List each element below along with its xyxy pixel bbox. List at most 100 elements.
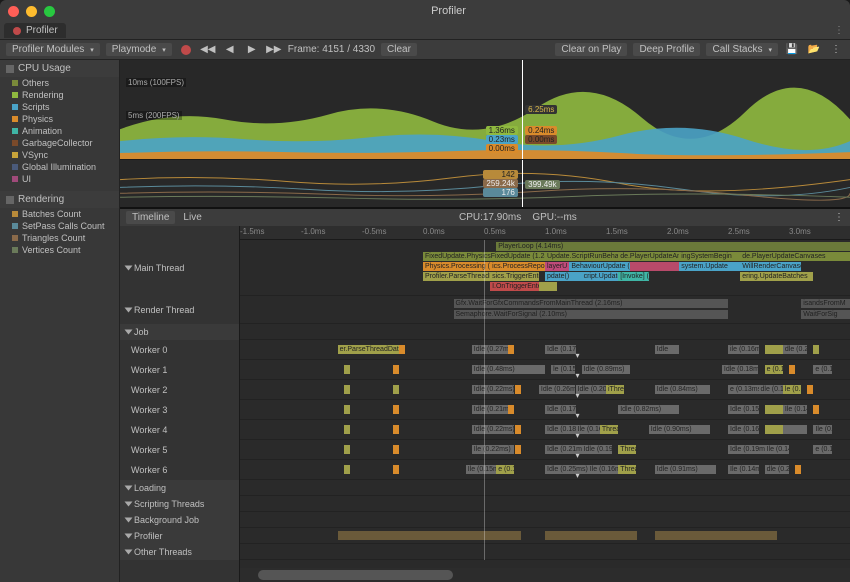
timeline-track[interactable]: er.ParseThreadData (0.38Idle (0.27ms)Idl… [240,340,850,360]
profiler-sample-bar[interactable]: ering.UpdateBatches [740,272,813,281]
close-window-button[interactable] [8,6,19,17]
timeline-view[interactable]: Main Thread Render Thread Job Worker 0 W… [120,226,850,582]
zoom-window-button[interactable] [44,6,55,17]
thread-label[interactable]: Worker 4 [120,420,239,440]
profiler-sample-bar[interactable]: pdate() [545,272,582,281]
timeline-track[interactable]: Ile (0.22ms)Idle (0.21ms)Idle (0.19ms)Th… [240,440,850,460]
profiler-sample-bar[interactable]: Idle (0.84ms) [655,385,710,394]
tab-options-icon[interactable]: ⋮ [834,25,844,36]
frame-cursor[interactable] [522,60,523,159]
profiler-sample-bar[interactable] [807,385,813,394]
timeline-track[interactable] [240,480,850,496]
timeline-track[interactable]: Idle (0.22ms) Idle (0.26ms)Idle (0.20msiT… [240,380,850,400]
profiler-sample-bar[interactable] [393,385,399,394]
profiler-sample-bar[interactable] [765,345,783,354]
profiler-sample-bar[interactable]: ingSystemBegin [679,252,740,261]
profiler-sample-bar[interactable]: Update.ScriptRunBehaviourUpdate (0.62ms) [545,252,618,261]
collapse-caret-icon[interactable]: ▾ [576,431,580,440]
deep-profile-toggle[interactable]: Deep Profile [633,43,700,56]
collapse-caret-icon[interactable]: ▾ [576,411,580,420]
profiler-sample-bar[interactable] [515,445,521,454]
profiler-sample-bar[interactable] [539,282,557,291]
legend-item[interactable]: Batches Count [0,208,119,220]
profiler-sample-bar[interactable]: Idle (0.21ms) [472,405,509,414]
profiler-sample-bar[interactable]: Profiler.ParseThreadData (0.59ms) [423,272,490,281]
load-icon[interactable]: 📂 [806,42,822,58]
profiler-sample-bar[interactable]: ile (0.16ms [728,345,759,354]
profiler-sample-bar[interactable] [393,425,399,434]
frame-cursor[interactable] [484,240,485,560]
profiler-sample-bar[interactable] [765,425,783,434]
timeline-track[interactable]: Idle (0.22ms)Idle (0.18msIle (0.16msThre… [240,420,850,440]
profiler-sample-bar[interactable]: e (0.15m [496,465,514,474]
clear-on-play-toggle[interactable]: Clear on Play [555,43,627,56]
profiler-sample-bar[interactable] [344,445,350,454]
profiler-sample-bar[interactable]: layerU [545,262,569,271]
profiler-sample-bar[interactable]: Ile (0.22ms) [472,445,515,454]
profiler-sample-bar[interactable]: Ile (0.16ms [588,465,619,474]
profiler-sample-bar[interactable]: Idle (0.20ms [576,385,607,394]
profiler-sample-bar[interactable]: Idle (0.26ms) [539,385,576,394]
profiler-sample-bar[interactable]: ics.ProcessReports (0.49 [490,262,545,271]
profiler-sample-bar[interactable] [393,405,399,414]
frame-next-icon[interactable]: ▶ [244,42,260,58]
legend-item[interactable]: Triangles Count [0,232,119,244]
profiler-sample-bar[interactable] [393,465,399,474]
timeline-track[interactable]: Ile (0.15mse (0.15mIdle (0.25ms)Ile (0.1… [240,460,850,480]
profiler-sample-bar[interactable]: WaitForSig [801,310,850,319]
profiler-sample-bar[interactable]: Ile (0.15ms [466,465,497,474]
thread-label[interactable]: Scripting Threads [120,496,239,512]
thread-label[interactable]: Profiler [120,528,239,544]
profiler-sample-bar[interactable]: [Invoke] (0 [618,272,649,281]
profiler-sample-bar[interactable]: Physics.Processing (0.70ms) [423,262,490,271]
profiler-sample-bar[interactable]: Ile (0.14m [728,465,759,474]
profiler-sample-bar[interactable]: Idle (0.15m [728,405,759,414]
profiler-sample-bar[interactable]: Idle (0.19ms) [728,445,765,454]
collapse-caret-icon[interactable]: ▾ [576,451,580,460]
timeline-track[interactable] [240,324,850,340]
legend-item[interactable]: GarbageCollector [0,137,119,149]
thread-label[interactable]: Worker 6 [120,460,239,480]
legend-item[interactable]: Vertices Count [0,244,119,256]
profiler-sample-bar[interactable] [393,445,399,454]
thread-label[interactable]: Render Thread [120,296,239,324]
collapse-caret-icon[interactable]: ▾ [576,391,580,400]
profiler-sample-bar[interactable]: Idle (0.91ms) [655,465,716,474]
horizontal-scrollbar[interactable] [240,568,850,582]
live-toggle[interactable]: Live [183,212,201,223]
profiler-sample-bar[interactable]: ThreadE [600,425,618,434]
profiler-sample-bar[interactable] [344,405,350,414]
profiler-sample-bar[interactable]: Idle (0.48ms) [472,365,545,374]
profiler-sample-bar[interactable]: iThread0 [606,385,624,394]
thread-label[interactable]: Loading [120,480,239,496]
profiler-sample-bar[interactable]: WillRenderCanvases [740,262,801,271]
toolbar-menu-icon[interactable]: ⋮ [828,42,844,58]
timeline-track[interactable]: Idle (0.21ms)Idle (0.17mIdle (0.82ms)Idl… [240,400,850,420]
profiler-sample-bar[interactable] [795,465,801,474]
frame-forward-icon[interactable]: ▶▶ [266,42,282,58]
profiler-sample-bar[interactable]: de.PlayerUpdateCanvases [740,252,850,261]
profiler-sample-bar[interactable]: Ile (0.14m [765,445,789,454]
profiler-sample-bar[interactable]: Thread [618,445,636,454]
profiler-sample-bar[interactable]: Semaphore.WaitForSignal (2.10ms) [454,310,729,319]
profiler-sample-bar[interactable]: le (0.15ms [551,365,575,374]
profiler-sample-bar[interactable] [789,365,795,374]
legend-item[interactable]: Physics [0,113,119,125]
profiler-sample-bar[interactable] [515,385,521,394]
profiler-sample-bar[interactable]: Idle (0.19ms) [582,445,613,454]
thread-label[interactable]: Worker 3 [120,400,239,420]
profiler-sample-bar[interactable]: de.PlayerUpdateAn [618,252,679,261]
profiler-sample-bar[interactable] [765,405,783,414]
thread-label[interactable]: Other Threads [120,544,239,560]
profiler-sample-bar[interactable]: sics.TriggerEnterExits (0.36 [490,272,539,281]
profiler-sample-bar[interactable]: Ile (0.11m [813,425,831,434]
frame-back-icon[interactable]: ◀◀ [200,42,216,58]
profiler-sample-bar[interactable]: Idle (0.22ms) [472,385,515,394]
thread-label[interactable]: Worker 1 [120,360,239,380]
profiler-sample-bar[interactable]: Gfx.WaitForGfxCommandsFromMainThread (2.… [454,299,729,308]
profiler-sample-bar[interactable]: Idle (0.89ms) [582,365,631,374]
profiler-sample-bar[interactable]: Ile (0.14m [783,405,807,414]
frame-cursor[interactable] [522,160,523,207]
profiler-sample-bar[interactable] [508,345,514,354]
playmode-dropdown[interactable]: Playmode [106,43,172,56]
